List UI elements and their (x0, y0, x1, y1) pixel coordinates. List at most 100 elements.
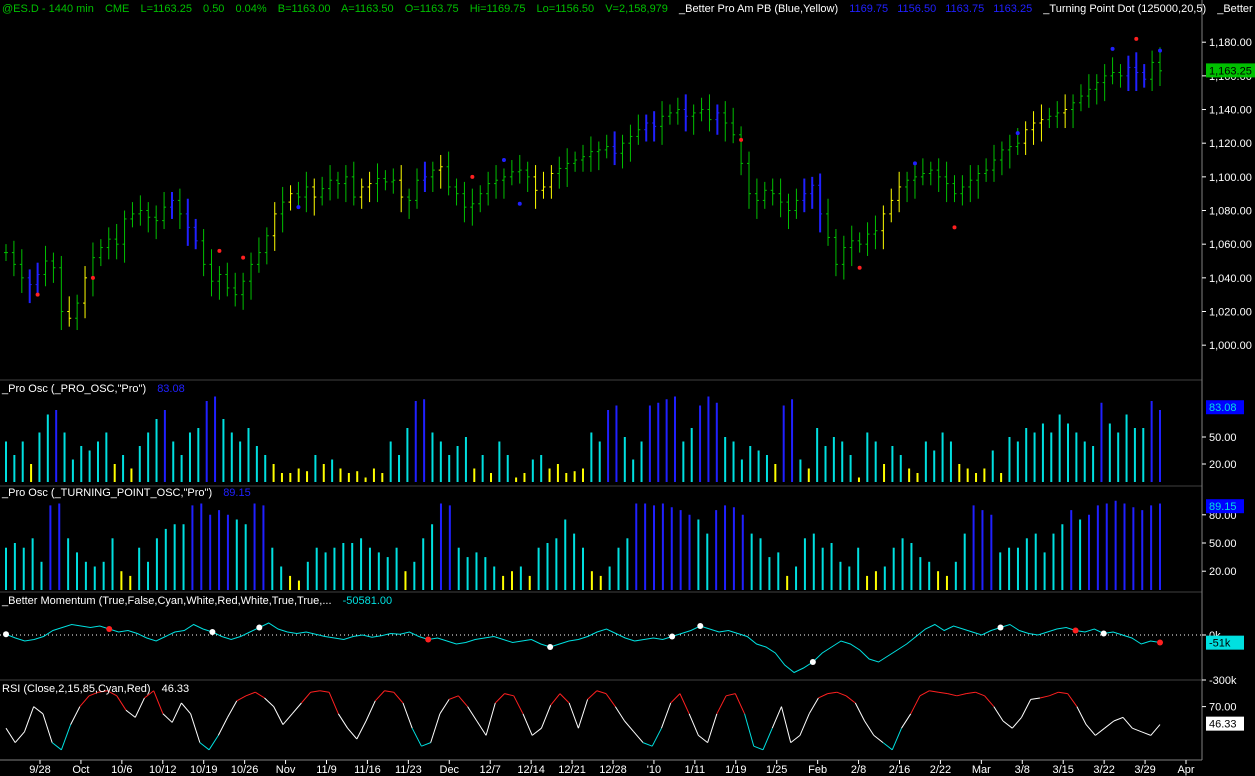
header-text: @ES.D - 1440 min CME L=1163.25 0.50 0.04… (2, 3, 1255, 15)
tp-osc-tick-label: 50.00 (1209, 538, 1237, 550)
pro-osc-value: 83.08 (157, 383, 185, 395)
time-tick-label: 2/16 (889, 764, 910, 776)
time-tick-label: '10 (647, 764, 661, 776)
turning-point-dot (90, 275, 95, 280)
turning-point-dot (912, 161, 917, 166)
header-low: Lo=1156.50 (537, 3, 595, 15)
time-tick-label: 12/28 (599, 764, 627, 776)
turning-point-dot (217, 248, 222, 253)
turning-point-dot (952, 225, 957, 230)
time-tick-label: 11/23 (395, 764, 422, 776)
turning-point-dot (1134, 36, 1139, 41)
turning-point-dot (470, 174, 475, 179)
price-tick-label: 1,080.00 (1209, 206, 1252, 218)
turning-point-dot (1158, 48, 1162, 53)
header-study2: _Turning Point Dot (125000,20,5) (1042, 3, 1206, 15)
momentum-pivot-dot (1100, 630, 1107, 637)
momentum-pivot-dot (1072, 627, 1079, 634)
time-tick-label: 2/8 (851, 764, 866, 776)
momentum-label-text: _Better Momentum (True,False,Cyan,White,… (1, 595, 332, 607)
price-tick-label: 1,140.00 (1209, 105, 1252, 117)
time-tick-label: Oct (72, 764, 89, 776)
time-tick-label: 10/19 (190, 764, 218, 776)
price-tick-label: 1,100.00 (1209, 172, 1252, 184)
time-tick-label: 12/7 (480, 764, 501, 776)
momentum-pivot-dot (3, 631, 9, 638)
turning-point-dot (1015, 131, 1020, 136)
momentum-pivot-dot (547, 644, 554, 650)
price-tick-label: 1,000.00 (1209, 340, 1252, 352)
turning-point-dot (296, 205, 301, 210)
momentum-tick-label: -300k (1209, 675, 1237, 687)
momentum-pivot-dot (256, 624, 263, 631)
momentum-pivot-dot (669, 633, 676, 640)
time-tick-label: 12/14 (517, 764, 545, 776)
header-ask: A=1163.50 (341, 3, 394, 15)
turning-point-dot (857, 265, 862, 270)
chart-canvas: 1,180.001,160.001,140.001,120.001,100.00… (0, 0, 1255, 776)
price-tick-label: 1,120.00 (1209, 138, 1252, 150)
tp-osc-label-text: _Pro Osc (_TURNING_POINT_OSC,"Pro") (1, 487, 212, 499)
price-tick-label: 1,180.00 (1209, 37, 1252, 49)
header-study1-v1: 1169.75 (849, 3, 888, 15)
time-tick-label: 1/25 (766, 764, 787, 776)
header-volume: V=2,158,979 (605, 3, 668, 15)
momentum-pivot-dot (1157, 639, 1163, 646)
momentum-pivot-dot (809, 659, 816, 665)
time-tick-label: 3/29 (1134, 764, 1155, 776)
time-tick-label: 1/11 (685, 764, 706, 776)
header-change: 0.50 (203, 3, 224, 15)
time-tick-label: Apr (1177, 764, 1194, 776)
rsi-value: 46.33 (162, 683, 190, 695)
rsi-tick-label: 70.00 (1209, 702, 1237, 714)
tp-osc-tick-label: 20.00 (1209, 566, 1237, 578)
time-tick-label: 3/15 (1053, 764, 1074, 776)
tp-osc-tag-text: 89.15 (1209, 501, 1237, 513)
momentum-tag-text: -51k (1209, 638, 1231, 650)
momentum-pivot-dot (697, 623, 704, 629)
time-tick-label: 3/22 (1093, 764, 1114, 776)
pro-osc-tick-label: 50.00 (1209, 432, 1237, 444)
header-symbol: @ES.D - 1440 min (2, 3, 94, 15)
rsi-tag-text: 46.33 (1209, 719, 1237, 731)
pro-osc-label-text: _Pro Osc (_PRO_OSC,"Pro") (1, 383, 146, 395)
time-tick-label: 1/19 (725, 764, 746, 776)
momentum-value: -50581.00 (343, 595, 393, 607)
momentum-label: _Better Momentum (True,False,Cyan,White,… (1, 595, 392, 607)
header-open: O=1163.75 (405, 3, 459, 15)
time-tick-label: Dec (440, 764, 460, 776)
time-tick-label: 10/6 (111, 764, 132, 776)
time-tick-label: 2/22 (930, 764, 951, 776)
rsi-label-text: RSI (Close,2,15,85,Cyan,Red) (2, 683, 151, 695)
time-tick-label: Feb (808, 764, 827, 776)
header-high: Hi=1169.75 (470, 3, 526, 15)
price-tick-label: 1,040.00 (1209, 273, 1252, 285)
turning-point-dot (517, 201, 522, 206)
price-tick-label: 1,020.00 (1209, 307, 1252, 319)
pro-osc-tick-label: 20.00 (1209, 459, 1237, 471)
pro-osc-label: _Pro Osc (_PRO_OSC,"Pro") 83.08 (1, 383, 185, 395)
momentum-pivot-dot (997, 624, 1004, 631)
header-exchange: CME (105, 3, 129, 15)
header-bid: B=1163.00 (278, 3, 331, 15)
pro-osc-tag-text: 83.08 (1209, 402, 1237, 414)
time-tick-label: Nov (276, 764, 296, 776)
header-last: L=1163.25 (140, 3, 192, 15)
turning-point-dot (35, 292, 40, 297)
momentum-pivot-dot (106, 626, 113, 632)
time-tick-label: 12/21 (558, 764, 586, 776)
chart-background (0, 0, 1255, 776)
turning-point-dot (739, 137, 744, 142)
turning-point-dot (501, 158, 506, 163)
time-tick-label: 10/12 (149, 764, 177, 776)
rsi-label: RSI (Close,2,15,85,Cyan,Red) 46.33 (2, 683, 189, 695)
momentum-pivot-dot (209, 629, 216, 635)
price-tick-label: 1,060.00 (1209, 239, 1252, 251)
time-tick-label: 11/9 (316, 764, 337, 776)
header-study3: _Better Volum (1216, 3, 1255, 15)
header-study1-v4: 1163.25 (993, 3, 1032, 15)
time-tick-label: 10/26 (231, 764, 259, 776)
momentum-pivot-dot (425, 636, 432, 643)
time-tick-label: Mar (972, 764, 991, 776)
tp-osc-value: 89.15 (223, 487, 251, 499)
